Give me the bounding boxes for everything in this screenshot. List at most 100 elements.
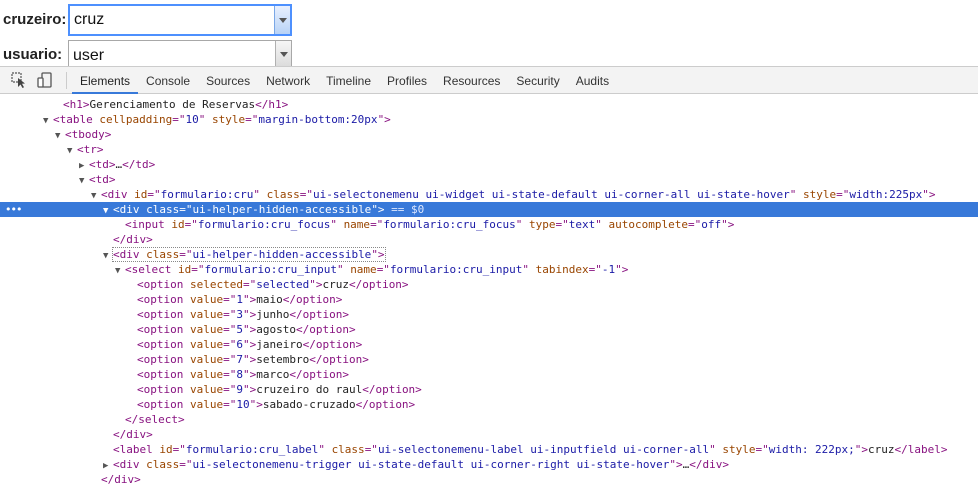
attr-name: style [211,113,246,126]
attr-name: id [171,218,185,231]
dom-node[interactable]: ▶ <td>…</td> [0,157,978,172]
attr-value: 1 [236,293,243,306]
attr-value: 6 [236,338,243,351]
tab-timeline[interactable]: Timeline [318,67,379,94]
attr-value: ui-selectonemenu ui-widget ui-state-defa… [312,188,790,201]
cursor-select-icon[interactable] [10,71,28,89]
tag-token: </div> [113,233,153,246]
node-markup: <option value="7">setembro</option> [137,353,369,366]
usuario-dropdown-trigger[interactable] [275,41,291,66]
node-markup: <option value="3">junho</option> [137,308,349,321]
dom-node[interactable]: </div> [0,472,978,487]
attr-name: id [134,188,148,201]
cruzeiro-select[interactable]: cruz [68,4,292,36]
tab-profiles[interactable]: Profiles [379,67,435,94]
node-markup: <label id="formulario:cru_label" class="… [113,443,948,456]
node-markup: <div class="ui-selectonemenu-trigger ui-… [113,458,729,471]
attr-name: value [189,323,224,336]
tag-token: =" [172,113,186,126]
device-mode-icon[interactable] [36,71,54,89]
tab-audits[interactable]: Audits [568,67,617,94]
tag-token: =" [588,263,602,276]
tag-token: </td> [122,158,156,171]
tag-token: =" [688,218,702,231]
tag-token: </option> [289,308,349,321]
tag-token: <div [113,248,147,261]
attr-name: value [189,338,224,351]
tag-token: " [709,443,723,456]
dom-node[interactable]: <option selected="selected">cruz</option… [0,277,978,292]
tag-token: "> [309,278,323,291]
dom-node[interactable]: </div> [0,427,978,442]
tag-token: =" [836,188,850,201]
tag-token: <tbody> [65,128,112,141]
tab-network[interactable]: Network [258,67,318,94]
dom-node[interactable]: ▼ <table cellpadding="10" style="margin-b… [0,112,978,127]
attr-name: class [146,248,180,261]
tag-token: " [522,263,536,276]
tag-token: </select> [125,413,185,426]
tab-security[interactable]: Security [508,67,567,94]
tab-sources[interactable]: Sources [198,67,258,94]
dom-node[interactable]: <option value="6">janeiro</option> [0,337,978,352]
chevron-down-icon [279,51,288,57]
attr-value: formulario:cru_input [204,263,337,276]
tab-console[interactable]: Console [138,67,198,94]
dom-node[interactable]: <option value="10">sabado-cruzado</optio… [0,397,978,412]
node-markup: </select> [125,413,185,426]
usuario-value[interactable]: user [73,47,104,65]
dom-node[interactable]: ▶ <div class="ui-selectonemenu-trigger ui… [0,457,978,472]
tag-token: =" [223,323,237,336]
attr-name: name [343,218,371,231]
tag-token: </option> [362,383,422,396]
more-options-icon[interactable]: ••• [5,202,22,217]
dom-node[interactable]: <h1>Gerenciamento de Reservas</h1> [0,97,978,112]
cruzeiro-value[interactable]: cruz [74,11,104,29]
dom-node[interactable]: <input id="formulario:cru_focus" name="f… [0,217,978,232]
tag-token: " [789,188,804,201]
dom-node[interactable]: </select> [0,412,978,427]
tag-token: "> [377,113,391,126]
tag-token: " [336,263,351,276]
dom-node[interactable]: <option value="9">cruzeiro do raul</opti… [0,382,978,397]
tag-token: "> [242,383,257,396]
attr-name: style [722,443,756,456]
tag-token: =" [370,218,384,231]
attr-name: value [189,383,224,396]
attr-value: formulario:cru_focus [383,218,516,231]
tab-resources[interactable]: Resources [435,67,508,94]
dom-node[interactable]: <label id="formulario:cru_label" class="… [0,442,978,457]
attr-name: class [266,188,300,201]
node-markup: <div id="formulario:cru" class="ui-selec… [101,188,936,201]
dom-node[interactable]: ▼ <select id="formulario:cru_input" name=… [0,262,978,277]
node-markup: <option value="1">maio</option> [137,293,342,306]
node-markup: <table cellpadding="10" style="margin-bo… [53,113,391,126]
tag-token: "> [615,263,629,276]
dom-tree[interactable]: <h1>Gerenciamento de Reservas</h1> ▼ <tabl… [0,94,978,490]
dom-node[interactable]: <option value="8">marco</option> [0,367,978,382]
dom-node[interactable]: ▼ <div class="ui-helper-hidden-accessible… [0,247,978,262]
dom-node[interactable]: <option value="5">agosto</option> [0,322,978,337]
text-node: Gerenciamento de Reservas [89,98,256,111]
cruzeiro-dropdown-trigger[interactable] [274,6,290,34]
node-markup: <option value="5">agosto</option> [137,323,356,336]
dom-node[interactable]: </div> [0,232,978,247]
tab-elements[interactable]: Elements [72,67,139,94]
attr-name: class [146,458,180,471]
node-markup: <td>…</td> [89,158,155,171]
tag-token: =" [223,383,237,396]
tag-token: =" [555,218,569,231]
dom-node[interactable]: <option value="3">junho</option> [0,307,978,322]
attr-value: ui-helper-hidden-accessible [192,248,372,261]
tag-token: <option [137,293,190,306]
dom-node[interactable]: ▼ <tr> [0,142,978,157]
dom-node[interactable]: ▼ <tbody> [0,127,978,142]
dom-node[interactable]: <option value="7">setembro</option> [0,352,978,367]
selected-dom-node[interactable]: ••• ▼ <div class="ui-helper-hidden-accessi… [0,202,978,217]
dom-node[interactable]: <option value="1">maio</option> [0,292,978,307]
text-node: sabado-cruzado [262,398,356,411]
usuario-select[interactable]: user [68,40,292,67]
dom-node[interactable]: ▼ <td> [0,172,978,187]
tag-token: =" [223,368,237,381]
dom-node[interactable]: ▼ <div id="formulario:cru" class="ui-sele… [0,187,978,202]
